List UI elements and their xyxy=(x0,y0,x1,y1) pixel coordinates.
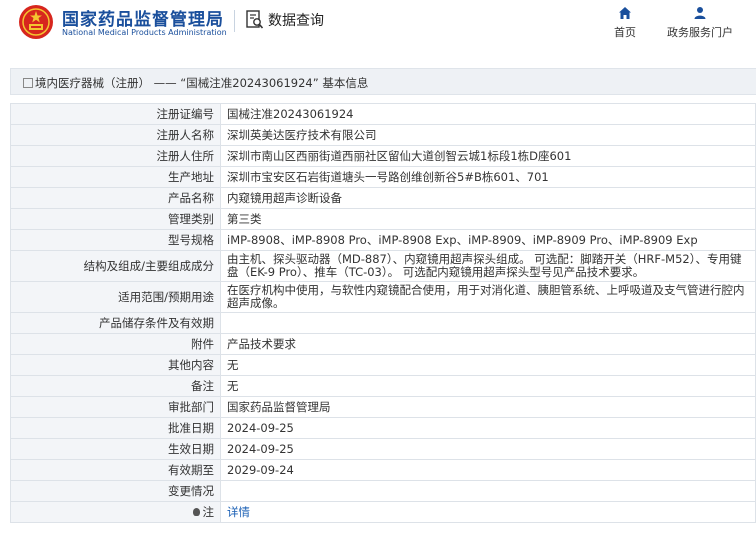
table-row: 备注无 xyxy=(10,375,756,397)
field-value: 深圳市宝安区石岩街道塘头一号路创维创新谷5#B栋601、701 xyxy=(220,166,756,188)
field-label: 注册人名称 xyxy=(10,124,221,146)
field-label-note: 注 xyxy=(10,501,221,523)
bulb-icon xyxy=(192,508,200,516)
field-label: 注册证编号 xyxy=(10,103,221,125)
field-value: 内窥镜用超声诊断设备 xyxy=(220,187,756,209)
field-label: 产品储存条件及有效期 xyxy=(10,312,221,334)
table-row: 注册证编号 国械注准20243061924 xyxy=(10,103,756,125)
field-value: 由主机、探头驱动器（MD-887）、内窥镜用超声探头组成。 可选配：脚踏开关（H… xyxy=(220,250,756,282)
table-row: 生产地址 深圳市宝安区石岩街道塘头一号路创维创新谷5#B栋601、701 xyxy=(10,166,756,188)
field-label: 生产地址 xyxy=(10,166,221,188)
breadcrumb-text: 境内医疗器械（注册） —— “国械注准20243061924” 基本信息 xyxy=(35,76,369,90)
breadcrumb-bar: 境内医疗器械（注册） —— “国械注准20243061924” 基本信息 xyxy=(10,68,756,95)
site-header: 国家药品监督管理局 National Medical Products Admi… xyxy=(0,0,756,52)
field-label: 批准日期 xyxy=(10,417,221,439)
field-value: 2024-09-25 xyxy=(220,438,756,460)
table-row: 产品名称 内窥镜用超声诊断设备 xyxy=(10,187,756,209)
field-value: 2024-09-25 xyxy=(220,417,756,439)
table-row: 注 详情 xyxy=(10,501,756,523)
field-label: 变更情况 xyxy=(10,480,221,502)
field-label: 型号规格 xyxy=(10,229,221,251)
table-row: 注册人名称 深圳英美达医疗技术有限公司 xyxy=(10,124,756,146)
field-value xyxy=(220,480,756,502)
nav-home-link[interactable]: 首页 xyxy=(585,6,665,40)
table-row: 变更情况 xyxy=(10,480,756,502)
field-value: 深圳市南山区西丽街道西丽社区留仙大道创智云城1标段1栋D座601 xyxy=(220,145,756,167)
note-label: 注 xyxy=(202,505,215,519)
field-value: 深圳英美达医疗技术有限公司 xyxy=(220,124,756,146)
nav-home-label: 首页 xyxy=(614,26,636,39)
doc-icon xyxy=(23,78,33,88)
header-divider xyxy=(234,10,235,32)
table-row: 其他内容无 xyxy=(10,354,756,376)
field-label: 审批部门 xyxy=(10,396,221,418)
brand-name-cn: 国家药品监督管理局 xyxy=(62,10,224,30)
table-row: 生效日期 2024-09-25 xyxy=(10,438,756,460)
table-row: 批准日期 2024-09-25 xyxy=(10,417,756,439)
field-value: 2029-09-24 xyxy=(220,459,756,481)
table-row: 产品储存条件及有效期 xyxy=(10,312,756,334)
table-row: 结构及组成/主要组成成分 由主机、探头驱动器（MD-887）、内窥镜用超声探头组成… xyxy=(10,250,756,282)
table-row: 型号规格 iMP-8908、iMP-8908 Pro、iMP-8908 Exp、i… xyxy=(10,229,756,251)
field-label: 适用范围/预期用途 xyxy=(10,281,221,313)
field-value: 国家药品监督管理局 xyxy=(220,396,756,418)
section-title: 数据查询 xyxy=(268,13,324,29)
field-label: 管理类别 xyxy=(10,208,221,230)
field-label: 结构及组成/主要组成成分 xyxy=(10,250,221,282)
field-value xyxy=(220,312,756,334)
field-value: 国械注准20243061924 xyxy=(220,103,756,125)
details-link[interactable]: 详情 xyxy=(227,505,250,519)
field-label: 有效期至 xyxy=(10,459,221,481)
field-label: 生效日期 xyxy=(10,438,221,460)
user-icon xyxy=(694,7,706,19)
nav-portal-label: 政务服务门户 xyxy=(667,26,733,39)
breadcrumb: 境内医疗器械（注册） —— “国械注准20243061924” 基本信息 xyxy=(23,75,368,91)
brand-name-en: National Medical Products Administration xyxy=(62,28,227,37)
table-row: 管理类别 第三类 xyxy=(10,208,756,230)
field-label: 其他内容 xyxy=(10,354,221,376)
field-label: 备注 xyxy=(10,375,221,397)
table-row: 附件 产品技术要求 xyxy=(10,333,756,355)
national-emblem-icon xyxy=(19,5,53,39)
table-row: 适用范围/预期用途 在医疗机构中使用，与软性内窥镜配合使用，用于对消化道、胰胆管系… xyxy=(10,281,756,313)
field-label: 附件 xyxy=(10,333,221,355)
field-label: 注册人住所 xyxy=(10,145,221,167)
field-value-note: 详情 xyxy=(220,501,756,523)
field-label: 产品名称 xyxy=(10,187,221,209)
field-value: 无 xyxy=(220,375,756,397)
table-row: 有效期至 2029-09-24 xyxy=(10,459,756,481)
field-value: 在医疗机构中使用，与软性内窥镜配合使用，用于对消化道、胰胆管系统、上呼吸道及支气… xyxy=(220,281,756,313)
field-value: 无 xyxy=(220,354,756,376)
field-value: 第三类 xyxy=(220,208,756,230)
device-info-table: 注册证编号 国械注准20243061924 注册人名称 深圳英美达医疗技术有限公司 … xyxy=(10,103,756,523)
nav-portal-link[interactable]: 政务服务门户 xyxy=(660,6,740,40)
field-value: iMP-8908、iMP-8908 Pro、iMP-8908 Exp、iMP-8… xyxy=(220,229,756,251)
home-icon xyxy=(619,7,631,19)
table-row: 注册人住所 深圳市南山区西丽街道西丽社区留仙大道创智云城1标段1栋D座601 xyxy=(10,145,756,167)
data-search-icon xyxy=(246,10,264,29)
table-row: 审批部门 国家药品监督管理局 xyxy=(10,396,756,418)
field-value: 产品技术要求 xyxy=(220,333,756,355)
